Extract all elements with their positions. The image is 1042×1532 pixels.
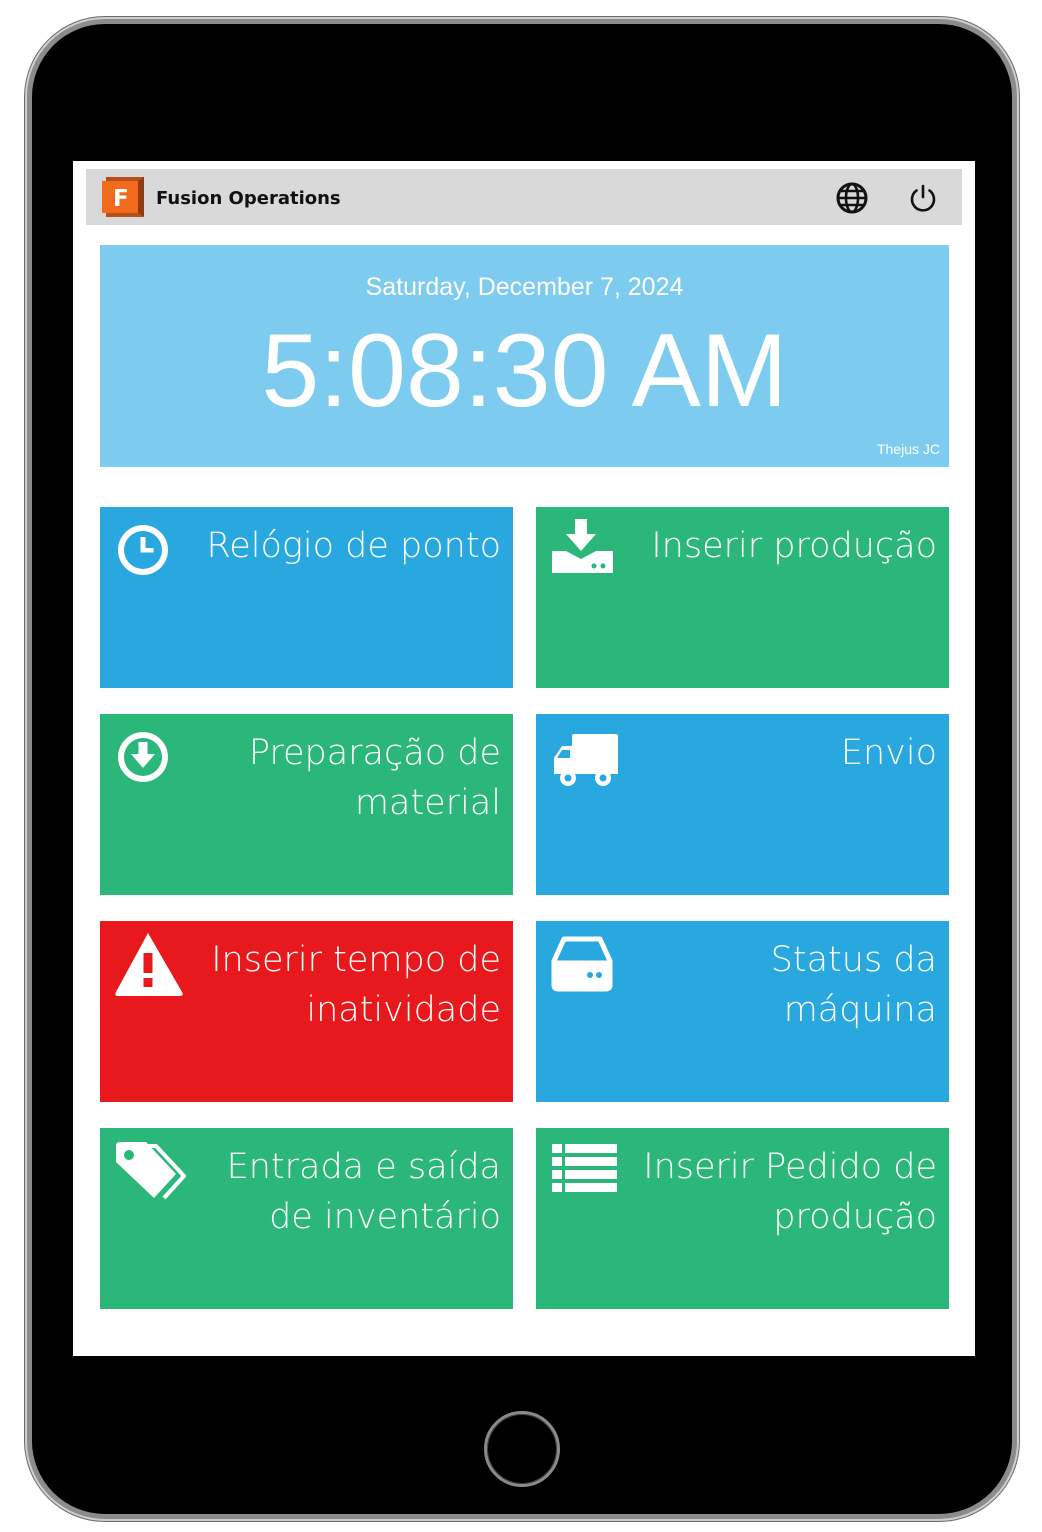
logo-letter: F bbox=[113, 186, 129, 212]
tile-label: Relógio de ponto bbox=[206, 526, 501, 566]
clock-panel: Saturday, December 7, 2024 5:08:30 AM Th… bbox=[100, 245, 949, 467]
credit-label: Thejus JC bbox=[876, 441, 940, 457]
tile-label: Inserir produção bbox=[651, 526, 937, 566]
tile-time-clock[interactable]: Relógio de ponto bbox=[100, 507, 513, 688]
clock-icon bbox=[118, 525, 168, 575]
list-icon bbox=[552, 1144, 617, 1192]
tile-material-preparation[interactable]: Preparação de material bbox=[100, 714, 513, 895]
tablet-screen: F Fusion Operations Saturday, December 7… bbox=[73, 161, 975, 1356]
tile-inventory[interactable]: Entrada e saída de inventário bbox=[100, 1128, 513, 1309]
power-icon[interactable] bbox=[906, 181, 940, 215]
fusion-operations-logo: F bbox=[102, 177, 144, 217]
home-button[interactable] bbox=[484, 1411, 560, 1487]
app-bar: F Fusion Operations bbox=[86, 169, 962, 225]
tile-label: Status da máquina bbox=[770, 940, 937, 1030]
truck-icon bbox=[554, 734, 618, 786]
tile-label: Inserir tempo de inatividade bbox=[211, 940, 501, 1030]
warning-icon bbox=[115, 933, 183, 996]
tile-downtime[interactable]: Inserir tempo de inatividade bbox=[100, 921, 513, 1102]
tile-enter-production[interactable]: Inserir produção bbox=[536, 507, 949, 688]
tile-label: Preparação de material bbox=[248, 733, 501, 823]
app-title: Fusion Operations bbox=[156, 188, 341, 209]
download-tray-icon bbox=[552, 519, 613, 573]
tile-label: Entrada e saída de inventário bbox=[226, 1147, 501, 1237]
arrow-down-circle-icon bbox=[118, 732, 168, 782]
tile-machine-status[interactable]: Status da máquina bbox=[536, 921, 949, 1102]
globe-icon[interactable] bbox=[835, 181, 869, 215]
current-time: 5:08:30 AM bbox=[261, 313, 788, 429]
tile-shipping[interactable]: Envio bbox=[536, 714, 949, 895]
hard-drive-icon bbox=[551, 936, 613, 992]
tile-label: Inserir Pedido de produção bbox=[643, 1147, 937, 1237]
tags-icon bbox=[116, 1142, 186, 1200]
tile-production-order[interactable]: Inserir Pedido de produção bbox=[536, 1128, 949, 1309]
tile-label: Envio bbox=[840, 733, 937, 773]
current-date: Saturday, December 7, 2024 bbox=[365, 273, 684, 301]
